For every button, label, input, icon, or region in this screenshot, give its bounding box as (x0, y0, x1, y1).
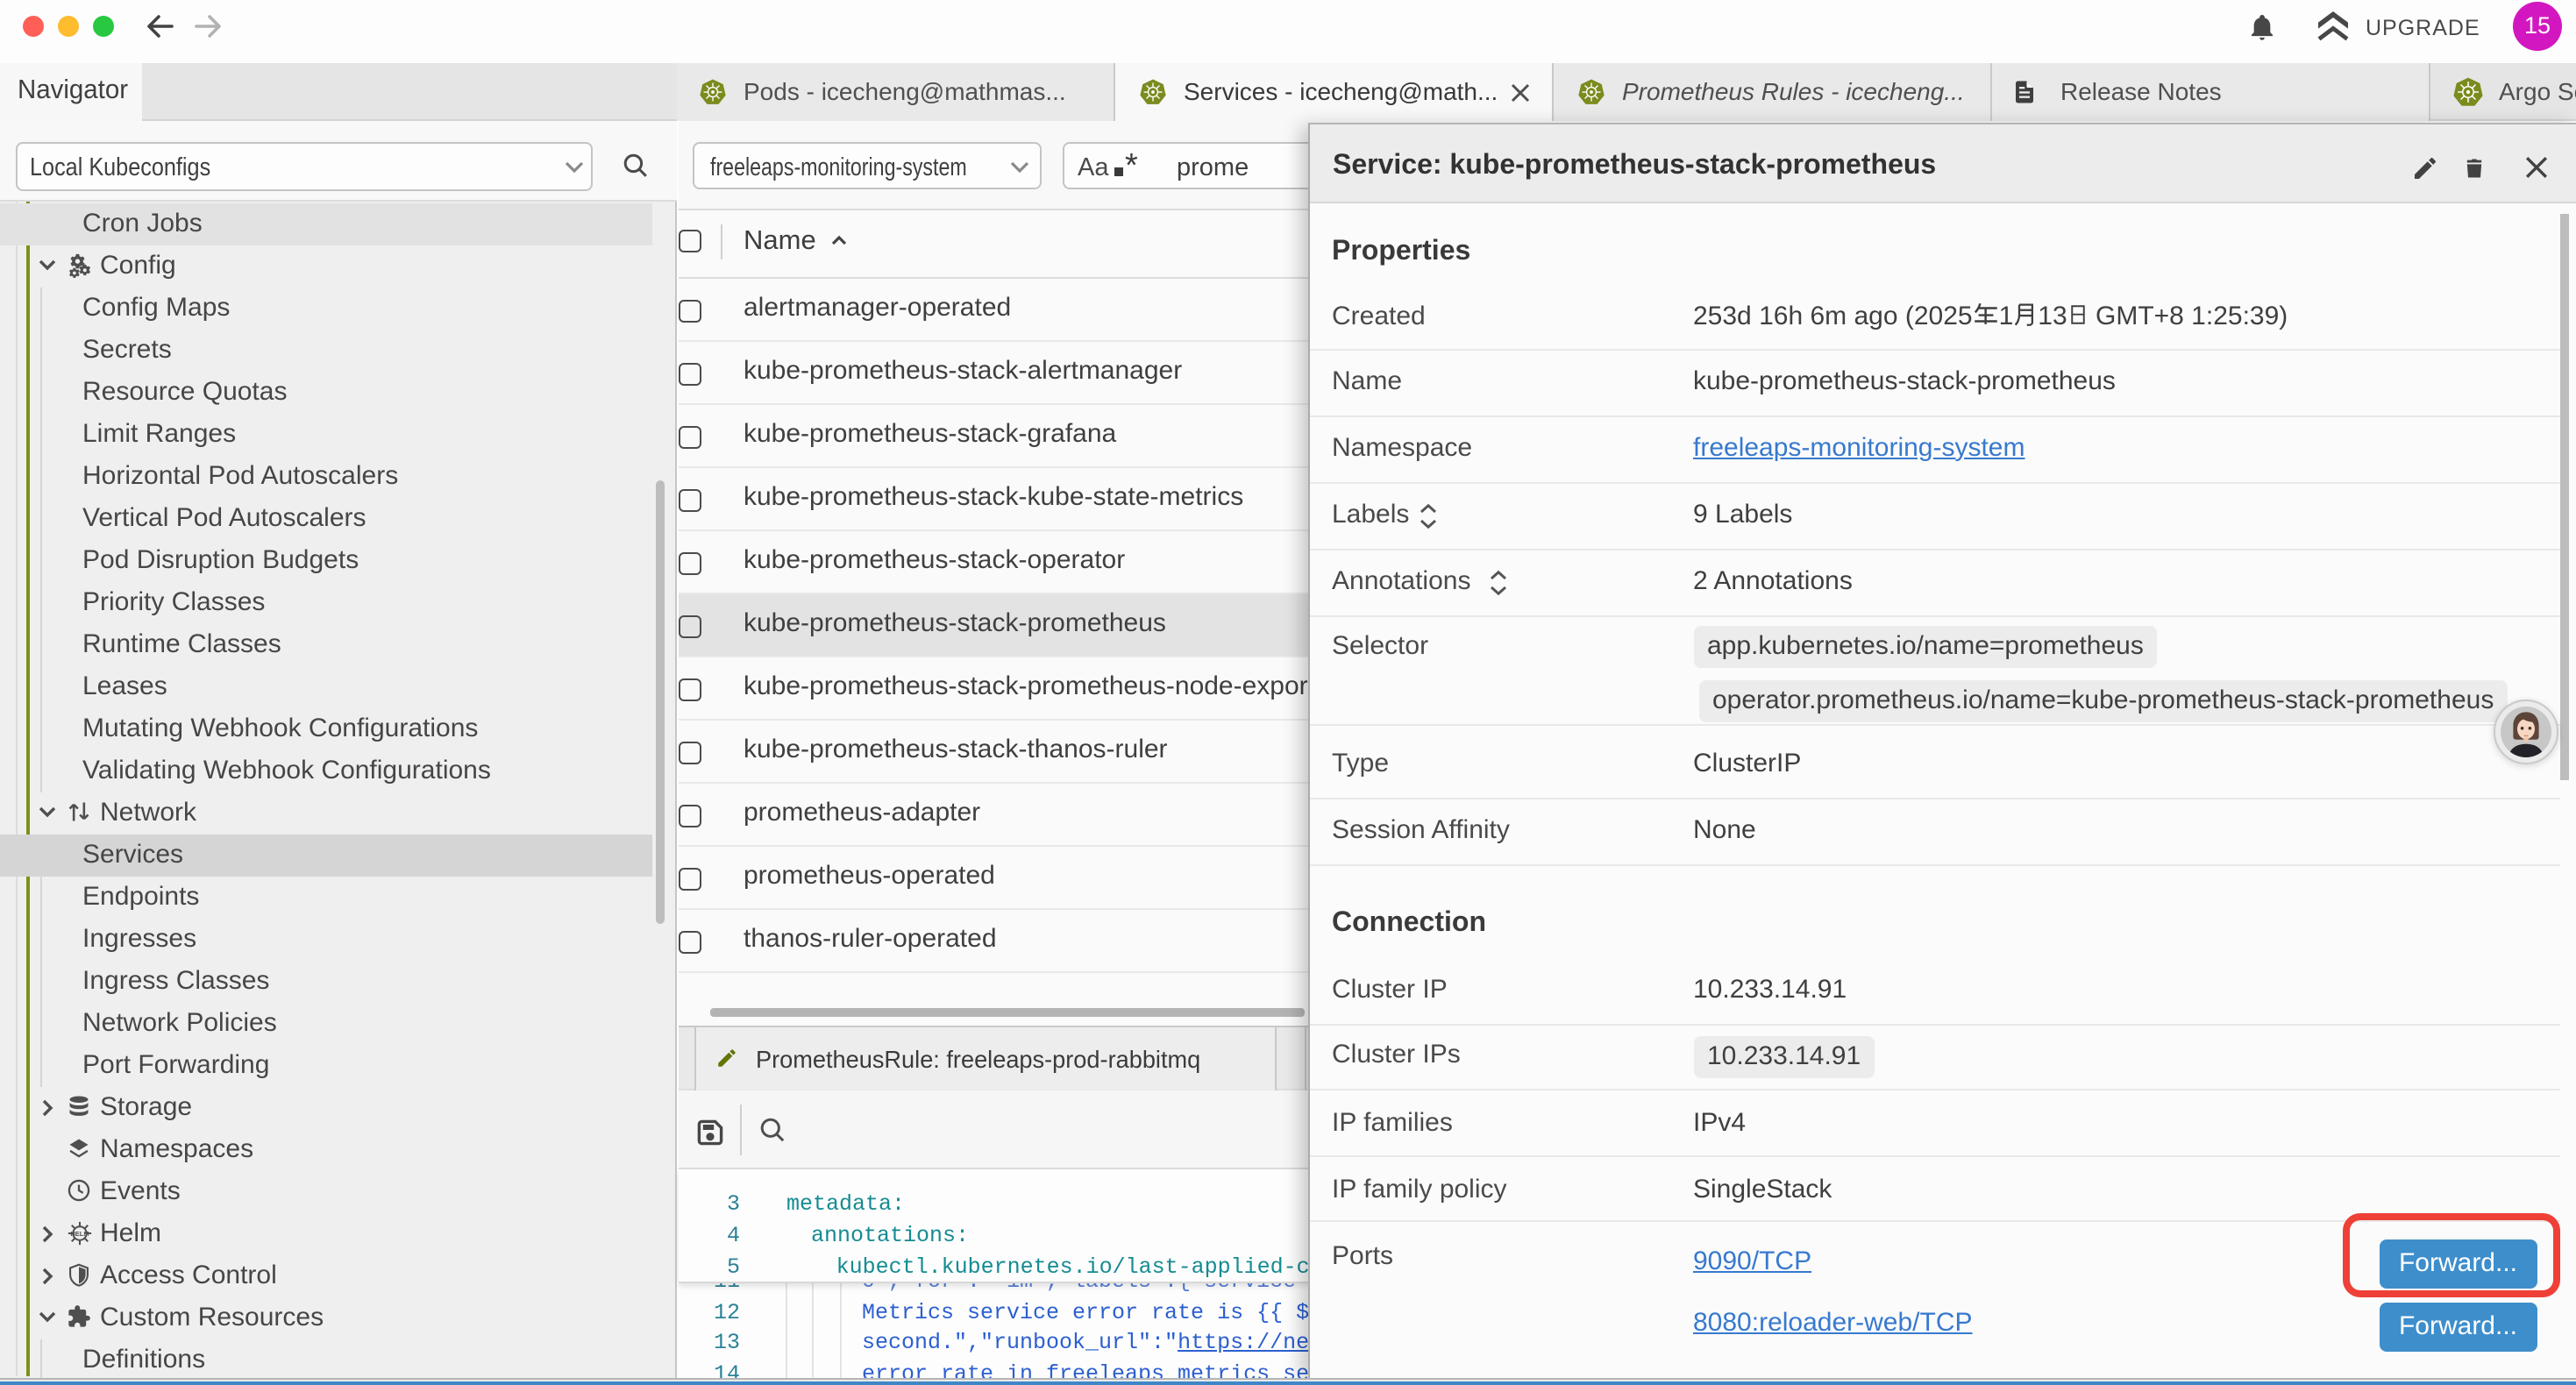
svg-text:*: * (1124, 149, 1137, 179)
svg-text:HELM: HELM (70, 1230, 89, 1238)
